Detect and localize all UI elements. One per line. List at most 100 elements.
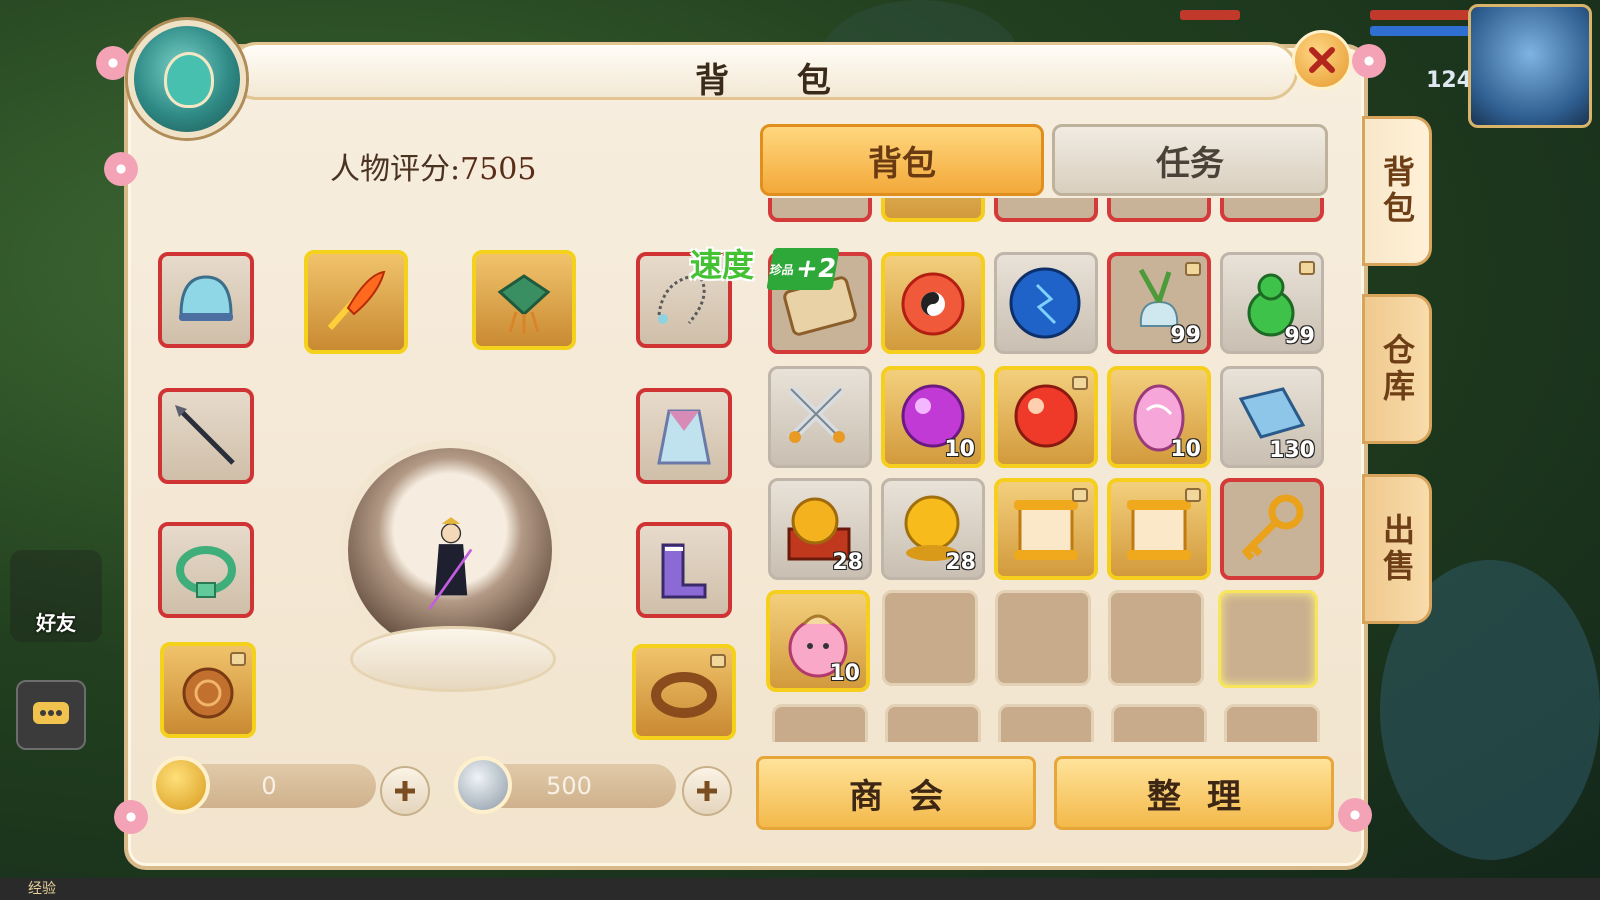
close-button[interactable] [1292,30,1352,90]
inventory-slot[interactable] [768,198,872,222]
inventory-slot[interactable]: 99 [1220,252,1324,354]
add-gold-button[interactable] [380,766,430,816]
bag-emblem-icon [128,20,246,138]
lock-icon [1185,262,1201,276]
inventory-slot-empty[interactable] [772,704,868,742]
equip-slot-amulet[interactable] [160,642,256,738]
equip-slot-charm[interactable] [472,250,576,350]
inventory-slot[interactable] [994,478,1098,580]
speed-badge: 速度 [690,246,755,284]
plus-badge-tag: 珍品 [768,262,796,277]
inventory-slot[interactable] [994,252,1098,354]
title-bar: 背 包 [228,42,1298,101]
item-count: 10 [944,437,975,462]
equip-slot-belt[interactable] [158,522,254,618]
tab-quest[interactable]: 任务 [1052,124,1328,196]
boots-icon [661,543,707,599]
score-value: 7505 [460,152,537,187]
inventory-slot[interactable]: 130 [1220,366,1324,468]
flower-decoration [104,152,138,186]
inventory-slot[interactable] [1220,198,1324,222]
inventory-grid: 99 99 10 10 130 28 28 10 [760,198,1330,742]
guild-shop-button[interactable]: 商会 [756,756,1036,830]
item-count: 99 [1284,324,1315,349]
inventory-slot[interactable] [994,198,1098,222]
inventory-slot-selected[interactable] [1218,590,1318,688]
flower-decoration [1338,798,1372,832]
inventory-slot[interactable] [1220,478,1324,580]
inventory-slot-empty[interactable] [1224,704,1320,742]
inventory-slot[interactable]: 10 [766,590,870,692]
gold-key-icon [1241,494,1304,561]
plus-icon [395,781,415,801]
inventory-slot[interactable]: 28 [881,478,985,580]
inventory-slot-empty[interactable] [885,704,981,742]
equip-slot-helmet[interactable] [158,252,254,348]
equip-slot-weapon[interactable] [158,388,254,484]
inventory-slot[interactable] [768,366,872,468]
inventory-slot-empty[interactable] [1111,704,1207,742]
item-count: 28 [945,550,976,575]
robe-icon [657,409,711,465]
inventory-slot[interactable] [881,252,985,354]
item-count: 99 [1170,323,1201,348]
hp-bar [1180,10,1240,20]
silver-value: 500 [546,772,592,800]
taiji-orb-icon [901,272,965,336]
side-tab-warehouse-label: 仓库 [1378,333,1416,405]
inventory-slot[interactable] [994,366,1098,468]
panel-title: 背 包 [695,61,859,101]
lock-icon [1072,488,1088,502]
jade-belt-icon [176,546,236,598]
add-silver-button[interactable] [682,766,732,816]
inventory-slot[interactable] [1107,478,1211,580]
player-avatar[interactable] [1468,4,1592,128]
inventory-slot-empty[interactable] [995,590,1091,686]
chat-button[interactable] [16,680,86,750]
exp-bar: 经验 [0,878,1600,900]
equip-slot-boots[interactable] [636,522,732,618]
plus-badge-value: +2 [793,254,839,284]
side-tab-sell[interactable]: 出售 [1362,474,1432,624]
lock-icon [230,652,246,666]
crossed-swords-icon [787,385,845,443]
inventory-slot-empty[interactable] [882,590,978,686]
inventory-slot[interactable]: 10 [1107,366,1211,468]
inventory-slot-empty[interactable] [998,704,1094,742]
inventory-slot[interactable]: 28 [768,478,872,580]
friends-button[interactable]: 好友 [10,550,102,642]
inventory-slot[interactable]: 10 [881,366,985,468]
exp-label: 经验 [28,881,56,897]
chat-icon [33,702,69,724]
jade-charm-icon [497,274,551,334]
character-score: 人物评分:7505 [330,144,536,188]
tab-bag[interactable]: 背包 [760,124,1044,196]
item-count: 10 [1170,437,1201,462]
flower-decoration [96,46,130,80]
friends-label: 好友 [36,611,76,635]
close-icon [1309,47,1335,73]
gold-coin-icon [152,756,210,814]
plus-icon [697,781,717,801]
blue-orb-icon [1009,267,1081,339]
inventory-slot[interactable] [881,198,985,222]
hp-bar-2 [1370,10,1470,20]
score-label: 人物评分: [330,152,461,187]
sort-button[interactable]: 整理 [1054,756,1334,830]
inventory-slot[interactable] [1107,198,1211,222]
equip-slot-armor[interactable] [636,388,732,484]
silver-coin-icon [454,756,512,814]
character-figure [428,517,473,610]
lock-icon [710,654,726,668]
equip-slot-artifact[interactable] [304,250,408,354]
side-tab-bag-label: 背包 [1378,155,1416,227]
side-tab-bag[interactable]: 背包 [1362,116,1432,266]
item-count: 10 [829,661,860,686]
inventory-slot[interactable]: 99 [1107,252,1211,354]
equip-slot-ring[interactable] [632,644,736,740]
inventory-slot-empty[interactable] [1108,590,1204,686]
side-tab-warehouse[interactable]: 仓库 [1362,294,1432,444]
character-preview[interactable] [300,440,600,700]
side-tab-sell-label: 出售 [1378,513,1416,585]
plus-badge: 珍品 +2 [766,248,840,290]
